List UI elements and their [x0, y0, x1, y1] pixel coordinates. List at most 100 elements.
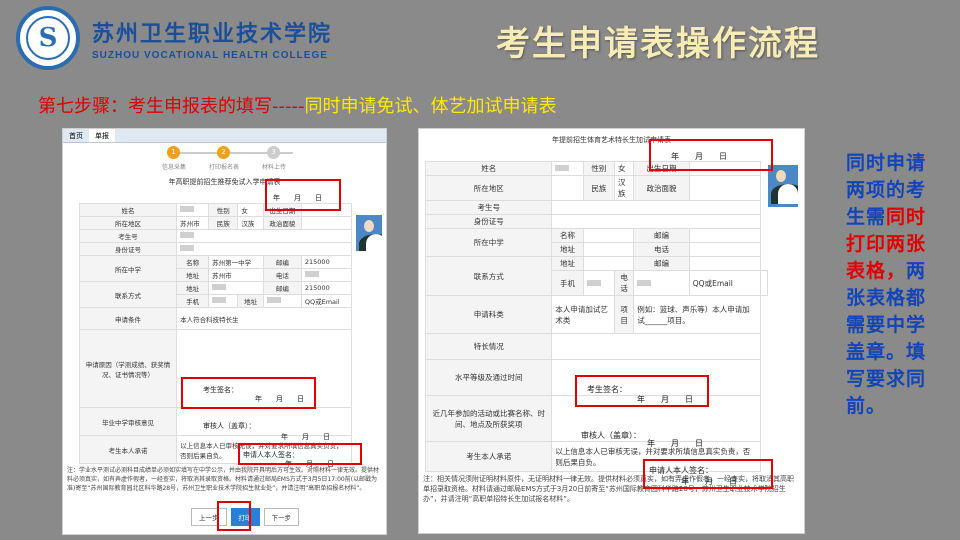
tab-bar: 首页 单报 [63, 129, 386, 143]
value-condition: 本人符合科技特长生 [176, 307, 352, 330]
label-mobile: 手机 [551, 270, 584, 296]
label-postcode: 邮编 [633, 228, 690, 243]
label-contact-address-2: 地址 [237, 294, 264, 308]
exemption-form-screenshot: 首页 单报 1 2 3 信息采集 打印报名表 材料上传 年高职提前招生推荐免试入… [62, 128, 387, 535]
label-contact: 联系方式 [424, 256, 553, 296]
table-row: 所在地区 苏州市 民族 汉族 政治面貌 [78, 216, 353, 230]
next-button[interactable]: 下一步 [263, 508, 299, 526]
label-gender: 性别 [582, 161, 615, 176]
label-address: 地址 [176, 268, 210, 282]
label-subject: 申请科类 [424, 295, 553, 334]
label-phone: 电话 [262, 268, 302, 282]
label-contact-postcode: 邮编 [262, 281, 302, 295]
progress-steps: 1 2 3 信息采集 打印报名表 材料上传 [63, 143, 386, 173]
label-promise: 考生本人承诺 [78, 435, 178, 464]
label-region: 所在地区 [424, 175, 553, 201]
tab-home[interactable]: 首页 [63, 129, 89, 142]
table-row: 考生号 [424, 200, 768, 215]
step-heading-part1: 第七步骤：考生申报表的填写----- [38, 96, 305, 117]
label-condition: 申请条件 [78, 307, 178, 330]
label-reason: 申请原因（学测成绩、获奖情况、证书情况等） [78, 329, 178, 408]
label-name: 姓名 [78, 203, 178, 217]
side-note: 同时申请两项的考生需同时打印两张表格，两张表格都需要中学盖章。填写要求同前。 [846, 150, 936, 420]
tab-register[interactable]: 单报 [89, 129, 115, 142]
slide-title: 考生申请表操作流程 [496, 24, 820, 64]
art-sport-form-table: 姓名 性别 女 出生日期 所在地区 民族 汉族 政治面貌 考生号 身份证号 所在… [424, 161, 769, 472]
school-logo [16, 6, 80, 70]
label-id-no: 身份证号 [78, 242, 178, 256]
highlight-sign [575, 375, 709, 407]
label-promise: 考生本人承诺 [424, 441, 553, 472]
value-subject: 本人申请加试艺术类 [551, 295, 615, 334]
step-heading-part2: 同时申请免试、体艺加试申请表 [304, 96, 557, 117]
label-exam-no: 考生号 [78, 229, 178, 243]
label-school: 所在中学 [78, 255, 178, 282]
label-name: 姓名 [424, 161, 553, 176]
label-item: 项目 [613, 295, 635, 334]
applicant-photo [768, 165, 798, 207]
label-ethnic: 民族 [208, 216, 239, 230]
table-row: 考生号 [78, 229, 352, 243]
label-gender: 性别 [208, 203, 239, 217]
value-postcode: 215000 [300, 255, 353, 269]
table-row: 申请科类 本人申请加试艺术类 项目 例如：篮球、声乐等）本人申请加试______… [424, 295, 768, 334]
label-exam-no: 考生号 [424, 200, 553, 215]
school-logo-block: 苏州卫生职业技术学院 SUZHOU VOCATIONAL HEALTH COLL… [16, 6, 332, 70]
label-specialty: 特长情况 [424, 333, 553, 360]
label-school-name: 名称 [176, 255, 210, 269]
value-region: 苏州市 [176, 216, 210, 230]
table-row: 联系方式 地址 邮编 215000 [78, 281, 353, 308]
label-postcode: 邮编 [262, 255, 302, 269]
step-label-2: 打印报名表 [208, 164, 239, 171]
highlight-date [649, 139, 773, 171]
highlight-print [217, 501, 251, 531]
highlight-date [265, 179, 341, 211]
table-row: 所在中学 名称 邮编 [424, 228, 768, 257]
reviewer-label: 审核人（盖章）： [581, 431, 641, 440]
highlight-apply-sign [238, 443, 362, 465]
label-contact-address: 地址 [551, 256, 584, 271]
table-row: 特长情况 [424, 333, 768, 360]
label-ethnic: 民族 [582, 175, 615, 201]
table-row: 联系方式 地址 邮编 [424, 256, 768, 296]
value-contact-postcode: 215000 [300, 281, 353, 295]
label-contact-address: 地址 [176, 281, 210, 295]
value-address: 苏州市 [208, 268, 264, 282]
table-row: 身份证号 [78, 242, 352, 256]
value-gender: 女 [613, 161, 635, 176]
value-item: 例如：篮球、声乐等）本人申请加试______项目。 [633, 295, 761, 334]
highlight-apply-sign [643, 459, 773, 489]
school-name-cn: 苏州卫生职业技术学院 [92, 21, 333, 47]
label-address: 地址 [551, 242, 584, 257]
art-sport-form-screenshot: 年提前招生体育艺术特长生加试申请表 姓名 性别 女 出生日期 所在地区 民族 汉… [418, 128, 805, 534]
highlight-sign [181, 377, 316, 409]
applicant-photo [356, 215, 382, 251]
step-label-3: 材料上传 [261, 164, 286, 171]
school-name: 苏州卫生职业技术学院 SUZHOU VOCATIONAL HEALTH COLL… [92, 16, 332, 61]
table-row: 所在地区 民族 汉族 政治面貌 [424, 175, 768, 201]
label-politics: 政治面貌 [262, 216, 302, 230]
label-qq: QQ或Email [688, 270, 761, 296]
reviewer-date: 年 月 日 [647, 439, 703, 448]
step-dot-2: 2 [217, 146, 230, 159]
table-row: 申请条件 本人符合科技特长生 [78, 307, 352, 330]
label-school-name: 名称 [551, 228, 584, 243]
label-phone: 电话 [633, 242, 690, 257]
reviewer-label: 审核人（盖章）： [203, 422, 256, 430]
label-contact-postcode: 邮编 [633, 256, 690, 271]
label-mobile: 手机 [176, 294, 210, 308]
step-heading: 第七步骤：考生申报表的填写-----同时申请免试、体艺加试申请表 [38, 92, 556, 118]
label-level: 水平等级及通过时间 [424, 359, 553, 396]
value-ethnic: 汉族 [237, 216, 264, 230]
step-dot-1: 1 [167, 146, 180, 159]
label-qq: QQ或Email [300, 294, 353, 308]
label-school-review: 毕业中学审核意见 [78, 407, 178, 436]
table-row: 所在中学 名称 苏州第一中学 邮编 215000 [78, 255, 353, 282]
step-label-1: 信息采集 [161, 164, 186, 171]
value-ethnic: 汉族 [613, 175, 635, 201]
value-school-name: 苏州第一中学 [208, 255, 264, 269]
label-activities: 近几年参加的活动或比赛名称、时间、地点及所获奖项 [424, 395, 553, 442]
table-row: 身份证号 [424, 214, 768, 229]
label-id-no: 身份证号 [424, 214, 553, 229]
school-name-en: SUZHOU VOCATIONAL HEALTH COLLEGE [92, 49, 328, 61]
